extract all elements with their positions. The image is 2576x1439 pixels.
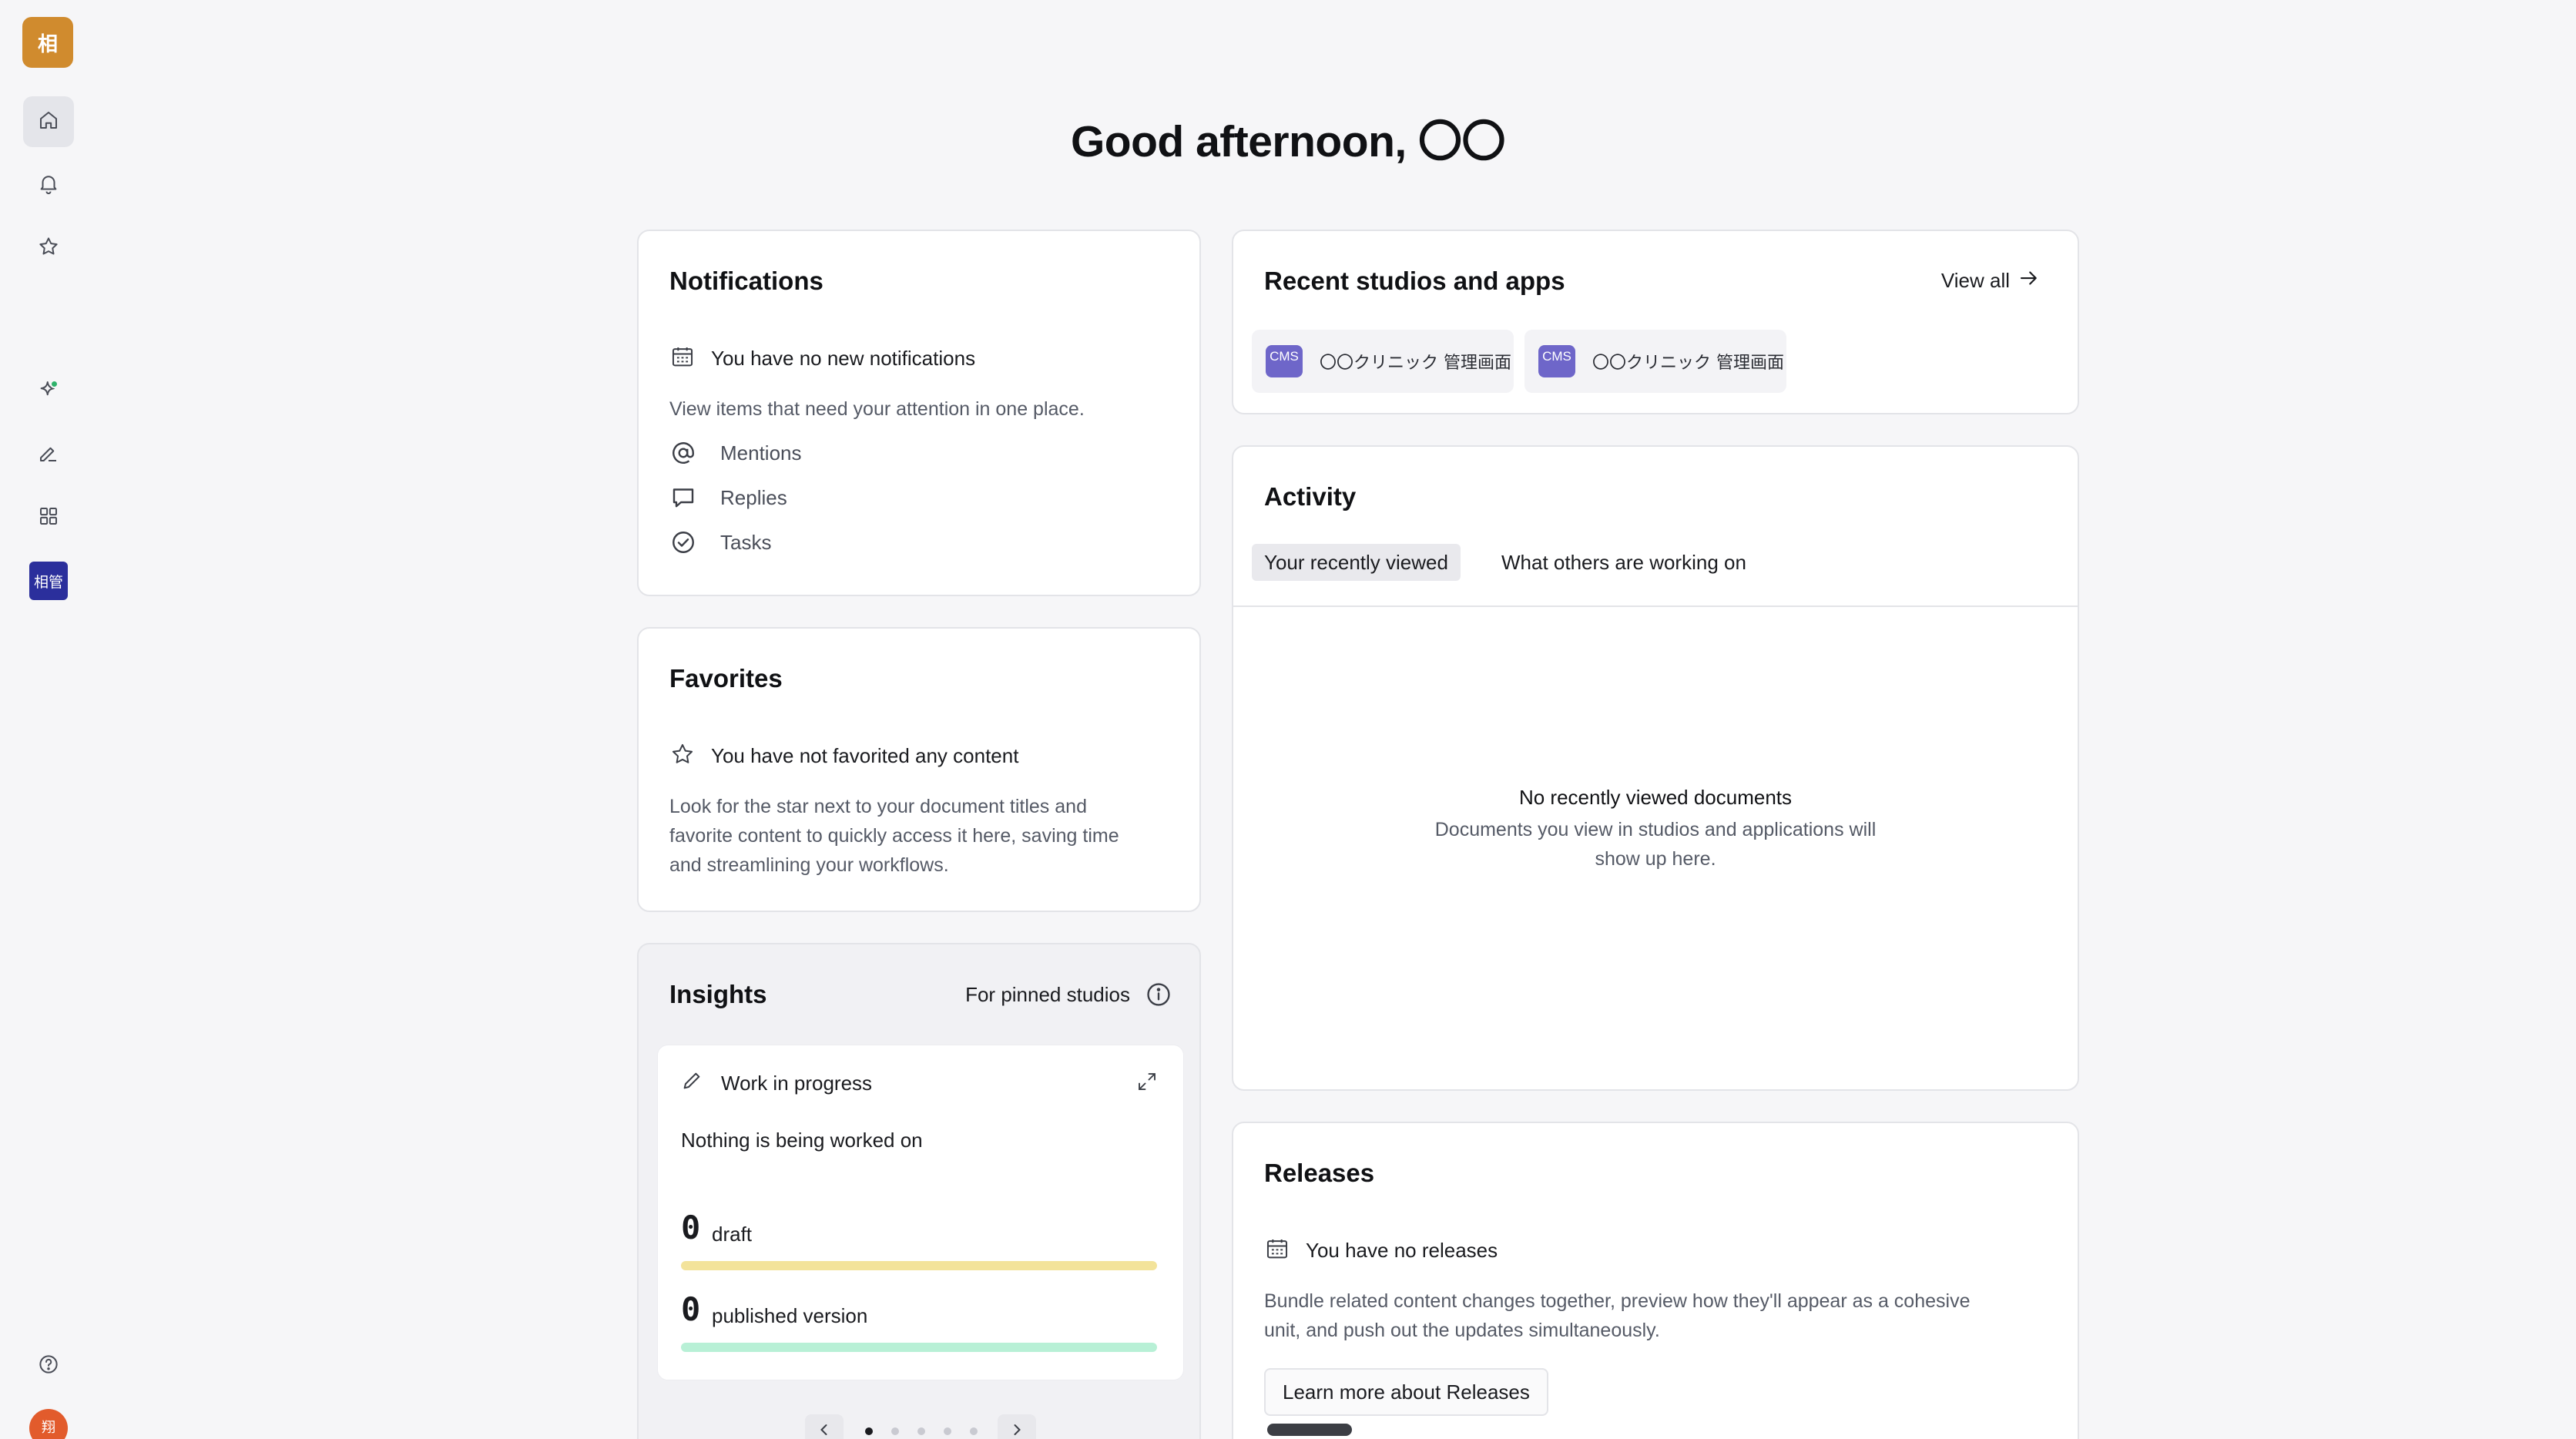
arrow-right-icon	[2018, 267, 2041, 295]
scrollbar-thumb[interactable]	[1267, 1424, 1352, 1436]
pager-dot[interactable]	[865, 1427, 873, 1435]
favorites-button[interactable]	[23, 223, 74, 273]
link-label: Replies	[720, 485, 787, 509]
card-title: Notifications	[669, 267, 823, 295]
expand-icon[interactable]	[1135, 1070, 1159, 1093]
work-in-progress-card: Work in progress Nothing is being worked…	[657, 1045, 1184, 1380]
draft-bar	[681, 1261, 1157, 1270]
apps-button[interactable]	[23, 492, 74, 543]
pager-next-button[interactable]	[998, 1414, 1036, 1439]
draft-count: 0	[681, 1209, 701, 1246]
published-bar	[681, 1343, 1157, 1352]
empty-state-description: Documents you view in studios and applic…	[1434, 819, 1877, 870]
pencil-icon	[679, 1068, 704, 1093]
mentions-link[interactable]: Mentions	[669, 439, 802, 467]
draft-label: draft	[712, 1223, 753, 1246]
card-title: Activity	[1264, 482, 1357, 511]
studio-badge: CMS	[1266, 345, 1303, 377]
pager-prev-button[interactable]	[805, 1414, 844, 1439]
empty-state-title: No recently viewed documents	[1518, 786, 1793, 809]
empty-state-description: Look for the star next to your document …	[669, 796, 1119, 876]
divider	[1233, 605, 2078, 607]
link-label: Tasks	[720, 530, 772, 554]
ai-assist-button[interactable]	[23, 366, 74, 417]
check-circle-icon	[669, 528, 697, 556]
card-title: Recent studios and apps	[1264, 267, 1565, 295]
project-tile[interactable]: 相管	[29, 562, 68, 600]
tab-others-working[interactable]: What others are working on	[1489, 544, 1759, 581]
user-avatar[interactable]: 翔	[29, 1409, 68, 1439]
chevron-right-icon	[1008, 1421, 1026, 1439]
star-icon	[37, 235, 60, 262]
pager-dot[interactable]	[891, 1427, 899, 1435]
studio-badge: CMS	[1538, 345, 1575, 377]
sidebar: 相 相管 翔	[0, 0, 99, 1439]
empty-state-title: You have no releases	[1306, 1239, 1498, 1262]
empty-state-title: You have not favorited any content	[711, 744, 1019, 767]
replies-link[interactable]: Replies	[669, 484, 787, 512]
grid-icon	[37, 505, 60, 532]
releases-card: Releases You have no releases Bundle rel…	[1232, 1122, 2079, 1439]
pencil-icon	[37, 441, 60, 468]
view-all-link[interactable]: View all	[1941, 267, 2041, 295]
page-title: Good afternoon, 〇〇	[1070, 117, 1506, 166]
calendar-icon	[669, 344, 696, 370]
help-button[interactable]	[23, 1340, 74, 1391]
empty-state-title: You have no new notifications	[711, 347, 976, 370]
comment-icon	[669, 484, 697, 512]
insights-scope: For pinned studios	[965, 980, 1173, 1009]
published-label: published version	[712, 1304, 868, 1327]
at-sign-icon	[669, 439, 697, 467]
recent-studios-card: Recent studios and apps View all CMS 〇〇ク…	[1232, 230, 2079, 414]
empty-state-description: Bundle related content changes together,…	[1264, 1290, 1971, 1341]
calendar-icon	[1264, 1236, 1290, 1262]
favorites-card: Favorites You have not favorited any con…	[637, 627, 1201, 912]
pager-dot[interactable]	[917, 1427, 925, 1435]
widget-title: Work in progress	[721, 1072, 873, 1095]
studio-name: 〇〇クリニック 管理画面	[1320, 354, 1511, 373]
edit-button[interactable]	[23, 429, 74, 480]
studio-chip[interactable]: CMS 〇〇クリニック 管理画面	[1524, 330, 1786, 393]
help-icon	[37, 1353, 60, 1380]
status-text: Nothing is being worked on	[681, 1129, 923, 1152]
tab-recently-viewed[interactable]: Your recently viewed	[1252, 544, 1461, 581]
star-icon	[669, 741, 696, 767]
pager-dot[interactable]	[970, 1427, 978, 1435]
tasks-link[interactable]: Tasks	[669, 528, 771, 556]
info-icon[interactable]	[1144, 980, 1173, 1009]
studio-chip[interactable]: CMS 〇〇クリニック 管理画面	[1252, 330, 1514, 393]
card-title: Releases	[1264, 1159, 1375, 1187]
insights-card: Insights For pinned studios Work in prog…	[637, 943, 1201, 1439]
notifications-card: Notifications You have no new notificati…	[637, 230, 1201, 596]
card-title: Favorites	[669, 664, 783, 693]
learn-more-releases-button[interactable]: Learn more about Releases	[1264, 1368, 1548, 1416]
activity-card: Activity Your recently viewed What other…	[1232, 445, 2079, 1091]
workspace-logo[interactable]: 相	[22, 17, 73, 68]
chevron-left-icon	[815, 1421, 834, 1439]
bell-icon	[37, 172, 60, 199]
card-title: Insights	[669, 980, 767, 1008]
pager-dot[interactable]	[944, 1427, 951, 1435]
studio-name: 〇〇クリニック 管理画面	[1592, 354, 1784, 373]
empty-state-description: View items that need your attention in o…	[669, 398, 1085, 420]
link-label: Mentions	[720, 441, 802, 465]
status-dot	[50, 380, 59, 388]
published-count: 0	[681, 1290, 701, 1328]
